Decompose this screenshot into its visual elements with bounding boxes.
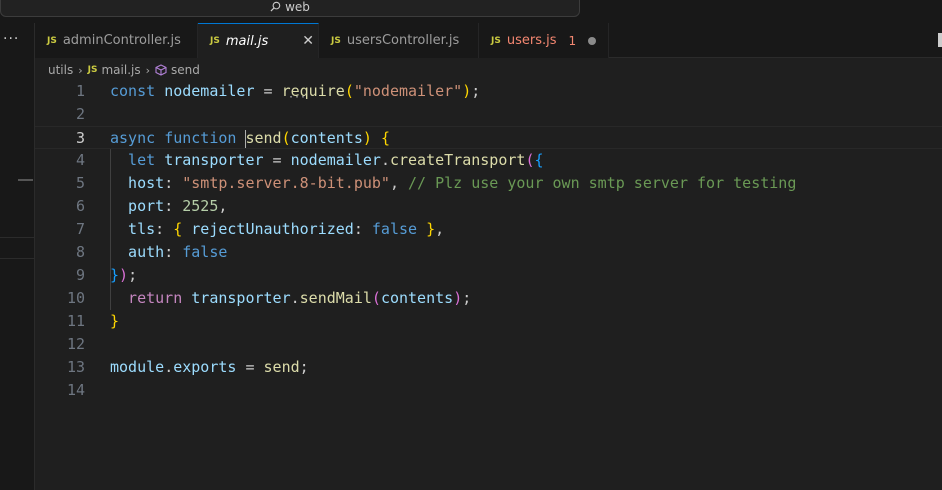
tab-admincontroller-js[interactable]: JS adminController.js: [35, 23, 198, 58]
line-number: 1: [75, 82, 85, 100]
code-text: port: 2525,: [110, 197, 228, 215]
line-number: 4: [75, 151, 85, 169]
search-label: web: [285, 0, 310, 14]
line-number: 7: [75, 220, 85, 238]
js-file-icon: JS: [210, 36, 220, 46]
title-bar: web: [0, 0, 942, 23]
editor-tabs: JS adminController.js JS mail.js ✕ JS usersCon…: [35, 23, 942, 58]
code-line[interactable]: 11}: [35, 310, 942, 333]
code-text: host: "smtp.server.8-bit.pub", // Plz us…: [110, 174, 797, 192]
line-number: 8: [75, 243, 85, 261]
code-text: module.exports = send;: [110, 358, 309, 376]
code-text: async function send(contents) {: [110, 129, 390, 148]
js-file-icon: JS: [47, 35, 57, 46]
chevron-right-icon: ›: [78, 63, 83, 77]
command-center-search[interactable]: web: [0, 0, 580, 17]
code-line[interactable]: 6 port: 2525,: [35, 195, 942, 218]
code-text: let transporter = nodemailer.createTrans…: [110, 151, 544, 169]
js-file-icon: JS: [491, 35, 501, 46]
line-number: 13: [66, 358, 85, 376]
code-line[interactable]: 2: [35, 103, 942, 126]
divider: [0, 258, 34, 259]
js-file-icon: JS: [87, 65, 98, 75]
line-number: 5: [75, 174, 85, 192]
line-number: 9: [75, 266, 85, 284]
breadcrumb-folder[interactable]: utils: [48, 63, 73, 77]
code-line[interactable]: 3 async function send(contents) {: [35, 126, 942, 149]
unsaved-dot-icon[interactable]: [588, 36, 596, 45]
tab-label: usersController.js: [346, 33, 460, 48]
tab-mail-js[interactable]: JS mail.js ✕: [198, 23, 319, 58]
code-text: }: [110, 312, 120, 330]
tab-userscontroller-js[interactable]: JS usersController.js: [319, 23, 479, 58]
line-number: 6: [75, 197, 85, 215]
code-text: return transporter.sendMail(contents);: [110, 289, 472, 307]
divider: [0, 237, 34, 238]
chevron-right-icon: ›: [145, 63, 151, 77]
code-line[interactable]: 5 host: "smtp.server.8-bit.pub", // Plz …: [35, 172, 942, 195]
code-line[interactable]: 12: [35, 333, 942, 356]
js-file-icon: JS: [331, 35, 341, 46]
line-number: 14: [66, 381, 85, 399]
line-number: 3: [75, 129, 85, 147]
code-editor[interactable]: 1 const nodemailer = require("nodemailer"…: [35, 80, 942, 490]
code-text: });: [110, 266, 138, 284]
search-icon: [270, 1, 281, 12]
code-line[interactable]: 10 return transporter.sendMail(contents)…: [35, 287, 942, 310]
code-line[interactable]: 1 const nodemailer = require("nodemailer"…: [35, 80, 942, 103]
scroll-edge[interactable]: [938, 33, 942, 47]
code-line[interactable]: 4 let transporter = nodemailer.createTra…: [35, 149, 942, 172]
breadcrumb-symbol[interactable]: send: [171, 63, 200, 77]
line-number: 2: [75, 105, 85, 123]
code-line[interactable]: 8 auth: false: [35, 241, 942, 264]
code-line[interactable]: 9});: [35, 264, 942, 287]
tab-label: mail.js: [225, 33, 269, 49]
tab-users-js[interactable]: JS users.js 1: [479, 23, 609, 58]
hint-dots-icon[interactable]: ···: [288, 92, 306, 103]
tab-label: users.js: [506, 33, 557, 48]
indent-guide: [110, 149, 111, 310]
line-number: 11: [66, 312, 85, 330]
breadcrumb: utils › JS mail.js › send: [48, 60, 200, 80]
code-text: auth: false: [110, 243, 228, 261]
activity-bar: ···: [0, 23, 35, 490]
breadcrumb-file[interactable]: mail.js: [101, 63, 140, 77]
line-number: 12: [66, 335, 85, 353]
close-icon[interactable]: ✕: [302, 33, 314, 49]
tab-label: adminController.js: [62, 33, 181, 48]
problem-count-badge: 1: [568, 33, 577, 48]
code-line[interactable]: 7 tls: { rejectUnauthorized: false },: [35, 218, 942, 241]
code-text: tls: { rejectUnauthorized: false },: [110, 220, 445, 238]
panel-sash[interactable]: [18, 179, 33, 181]
line-number: 10: [66, 289, 85, 307]
code-line[interactable]: 14: [35, 379, 942, 402]
code-line[interactable]: 13 module.exports = send;: [35, 356, 942, 379]
method-symbol-icon: [155, 64, 167, 76]
more-actions-icon[interactable]: ···: [3, 31, 19, 47]
